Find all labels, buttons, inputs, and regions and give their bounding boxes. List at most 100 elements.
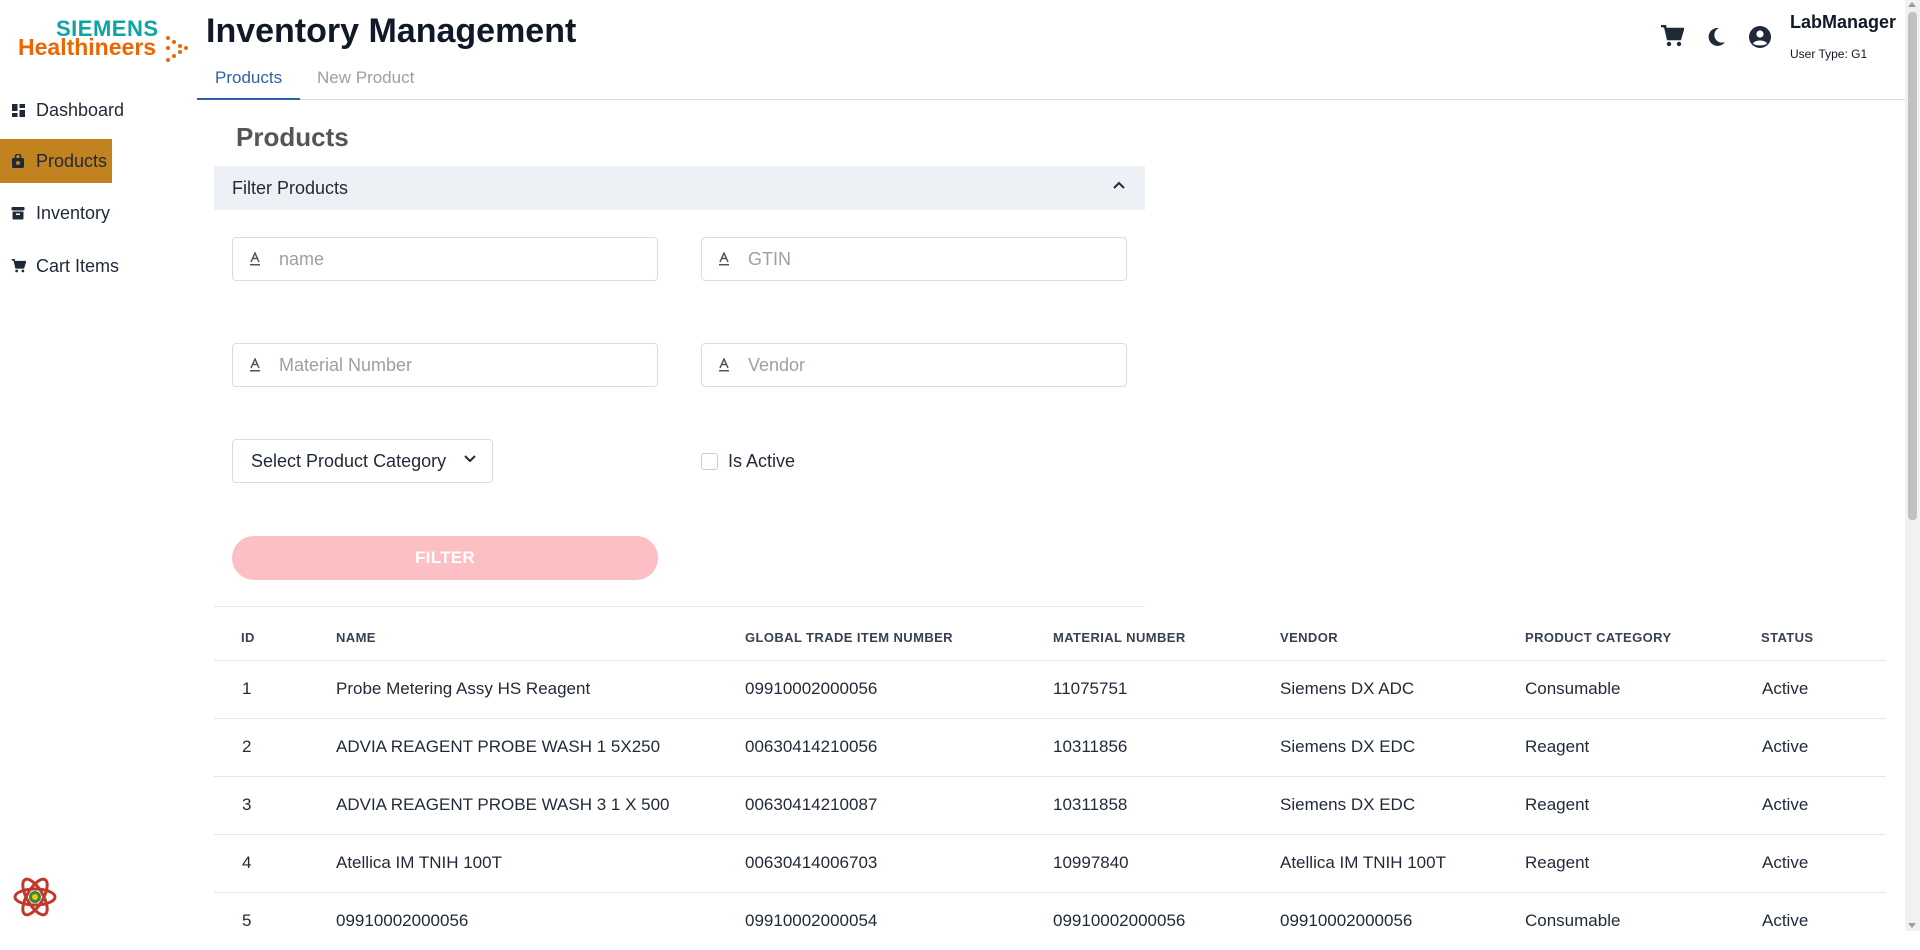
select-label: Select Product Category [251,450,447,471]
sidebar-item-label: Dashboard [36,99,125,120]
name-placeholder: name [279,248,325,269]
cell-status: Active [1762,679,1809,698]
divider [214,606,1145,607]
cell-category: Reagent [1525,853,1590,872]
tab-bar: Products New Product [197,62,1907,100]
react-logo-icon[interactable] [12,874,58,920]
product-category-select[interactable]: Select Product Category [232,439,493,483]
archive-icon [10,205,26,221]
material-number-input[interactable]: Material Number [232,343,658,387]
cell-status: Active [1762,853,1809,872]
cell-gtin: 09910002000054 [745,911,878,930]
cell-category: Reagent [1525,795,1590,814]
sidebar-item-cart-items[interactable]: Cart Items [0,244,119,288]
table-row[interactable]: 5 09910002000056 09910002000054 09910002… [214,892,1886,950]
gtin-placeholder: GTIN [748,248,791,269]
vendor-placeholder: Vendor [748,354,806,375]
table-row[interactable]: 3 ADVIA REAGENT PROBE WASH 3 1 X 500 006… [214,776,1886,834]
cell-material-number: 10997840 [1053,853,1129,872]
column-header-product-category[interactable]: PRODUCT CATEGORY [1525,630,1672,645]
cell-material-number: 11075751 [1053,679,1128,698]
sidebar-item-label: Products [36,150,108,171]
sidebar: SIEMENS Healthineers Dashboard Products [0,0,195,931]
text-field-icon [249,252,261,266]
table-row[interactable]: 1 Probe Metering Assy HS Reagent 0991000… [214,660,1886,718]
cell-name: ADVIA REAGENT PROBE WASH 1 5X250 [336,737,661,756]
page-title: Inventory Management [206,12,577,50]
column-header-status[interactable]: STATUS [1761,630,1813,645]
cell-vendor: Siemens DX EDC [1280,795,1416,814]
cell-name: Atellica IM TNIH 100T [336,853,502,872]
is-active-label[interactable]: Is Active [728,451,795,472]
column-header-material-number[interactable]: MATERIAL NUMBER [1053,630,1186,645]
sidebar-item-dashboard[interactable]: Dashboard [0,88,124,132]
cell-id: 5 [242,911,252,930]
cell-category: Consumable [1525,911,1621,930]
cell-id: 1 [242,679,252,698]
cell-material-number: 10311856 [1053,737,1128,756]
sidebar-item-inventory[interactable]: Inventory [0,191,110,235]
cell-vendor: Siemens DX EDC [1280,737,1416,756]
cart-icon [10,258,26,274]
cell-name: 09910002000056 [336,911,469,930]
table-row[interactable]: 2 ADVIA REAGENT PROBE WASH 1 5X250 00630… [214,718,1886,776]
filter-button[interactable]: FILTER [232,536,658,580]
account-icon[interactable] [1747,24,1773,50]
is-active-checkbox[interactable] [701,453,718,470]
column-header-vendor[interactable]: VENDOR [1280,630,1338,645]
scroll-down-icon[interactable] [1908,923,1916,928]
user-type: User Type: G1 [1790,47,1868,61]
column-header-name[interactable]: NAME [336,630,376,645]
cell-status: Active [1762,737,1809,756]
filter-accordion-header[interactable]: Filter Products [214,166,1145,210]
name-input[interactable]: name [232,237,658,281]
cell-vendor: 09910002000056 [1280,911,1413,930]
cell-id: 2 [242,737,252,756]
cell-status: Active [1762,795,1809,814]
chevron-up-icon[interactable] [1113,181,1125,189]
column-header-gtin[interactable]: GLOBAL TRADE ITEM NUMBER [745,630,953,645]
table-row[interactable]: 4 Atellica IM TNIH 100T 00630414006703 1… [214,834,1886,892]
cell-vendor: Atellica IM TNIH 100T [1280,853,1446,872]
cell-vendor: Siemens DX ADC [1280,679,1415,698]
logo-line2: Healthineers [18,34,157,60]
tab-products[interactable]: Products [197,66,301,100]
tab-new-product[interactable]: New Product [299,66,432,100]
text-field-icon [718,252,730,266]
bag-icon [10,153,26,169]
user-name: LabManager [1790,12,1897,32]
cell-category: Reagent [1525,737,1590,756]
cell-gtin: 09910002000056 [745,679,878,698]
sidebar-item-products[interactable]: Products [0,139,112,183]
scrollbar-thumb[interactable] [1908,12,1917,520]
vendor-input[interactable]: Vendor [701,343,1127,387]
text-field-icon [249,358,261,372]
cell-material-number: 09910002000056 [1053,911,1186,930]
sidebar-item-label: Inventory [36,202,111,223]
text-field-icon [718,358,730,372]
cell-status: Active [1762,911,1809,930]
dashboard-icon [10,102,26,118]
gtin-input[interactable]: GTIN [701,237,1127,281]
cell-gtin: 00630414006703 [745,853,878,872]
cell-gtin: 00630414210087 [745,795,878,814]
scroll-up-icon[interactable] [1908,2,1916,7]
cell-id: 3 [242,795,252,814]
sidebar-item-label: Cart Items [36,255,120,276]
cell-name: ADVIA REAGENT PROBE WASH 3 1 X 500 [336,795,670,814]
siemens-healthineers-logo[interactable]: SIEMENS Healthineers [18,16,188,62]
cell-name: Probe Metering Assy HS Reagent [336,679,591,698]
column-header-id[interactable]: ID [241,630,255,645]
filter-header-label: Filter Products [232,177,349,198]
cart-icon[interactable] [1659,23,1685,49]
chevron-down-icon [464,455,476,463]
scrollbar[interactable] [1905,0,1920,931]
cell-gtin: 00630414210056 [745,737,878,756]
dark-mode-icon[interactable] [1703,24,1729,50]
logo-dots-icon [166,36,188,62]
material-placeholder: Material Number [279,354,413,375]
cell-category: Consumable [1525,679,1621,698]
cell-id: 4 [242,853,252,872]
section-title: Products [236,122,349,152]
cell-material-number: 10311858 [1053,795,1128,814]
